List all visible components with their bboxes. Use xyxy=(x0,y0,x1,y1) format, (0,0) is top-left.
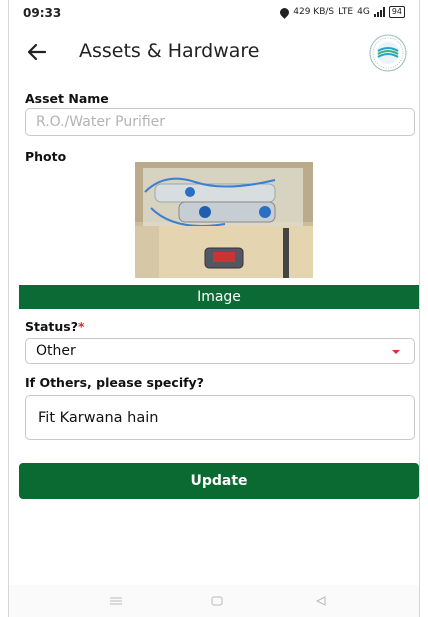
status-selected-value: Other xyxy=(36,343,76,359)
others-input[interactable] xyxy=(26,396,414,439)
signal-icon xyxy=(373,7,385,17)
network-type: LTE xyxy=(338,7,354,17)
image-bar: Image xyxy=(19,285,419,309)
organization-logo-icon xyxy=(369,34,407,72)
home-icon[interactable] xyxy=(205,591,229,611)
battery-icon: 94 xyxy=(388,6,405,18)
app-bar: Assets & Hardware xyxy=(9,28,419,76)
asset-name-input[interactable] xyxy=(26,109,414,135)
status-dropdown[interactable]: Other xyxy=(25,338,415,364)
menu-icon[interactable] xyxy=(104,591,128,611)
required-mark: * xyxy=(77,319,85,334)
status-icons: 429 KB/S LTE 4G 94 xyxy=(278,5,405,19)
status-label: Status?* xyxy=(25,319,85,334)
system-nav-bar xyxy=(9,585,419,617)
page-title: Assets & Hardware xyxy=(79,40,260,62)
location-icon xyxy=(278,5,292,19)
network-speed: 429 KB/S xyxy=(293,7,335,17)
status-label-text: Status? xyxy=(25,319,78,334)
others-label: If Others, please specify? xyxy=(25,375,204,390)
photo-label: Photo xyxy=(25,149,67,164)
back-triangle-icon[interactable] xyxy=(309,591,333,611)
asset-name-label: Asset Name xyxy=(25,91,109,106)
arrow-left-icon[interactable] xyxy=(21,36,53,68)
status-bar: 09:33 429 KB/S LTE 4G 94 xyxy=(9,0,419,28)
app-screen: 09:33 429 KB/S LTE 4G 94 Assets & Hardwa… xyxy=(8,0,420,617)
asset-name-field[interactable] xyxy=(25,108,415,136)
others-field[interactable] xyxy=(25,395,415,440)
status-time: 09:33 xyxy=(23,6,62,20)
asset-photo[interactable] xyxy=(135,162,313,278)
dropdown-caret-icon xyxy=(392,350,400,354)
signal-type: 4G xyxy=(357,7,370,17)
update-button[interactable]: Update xyxy=(19,463,419,499)
